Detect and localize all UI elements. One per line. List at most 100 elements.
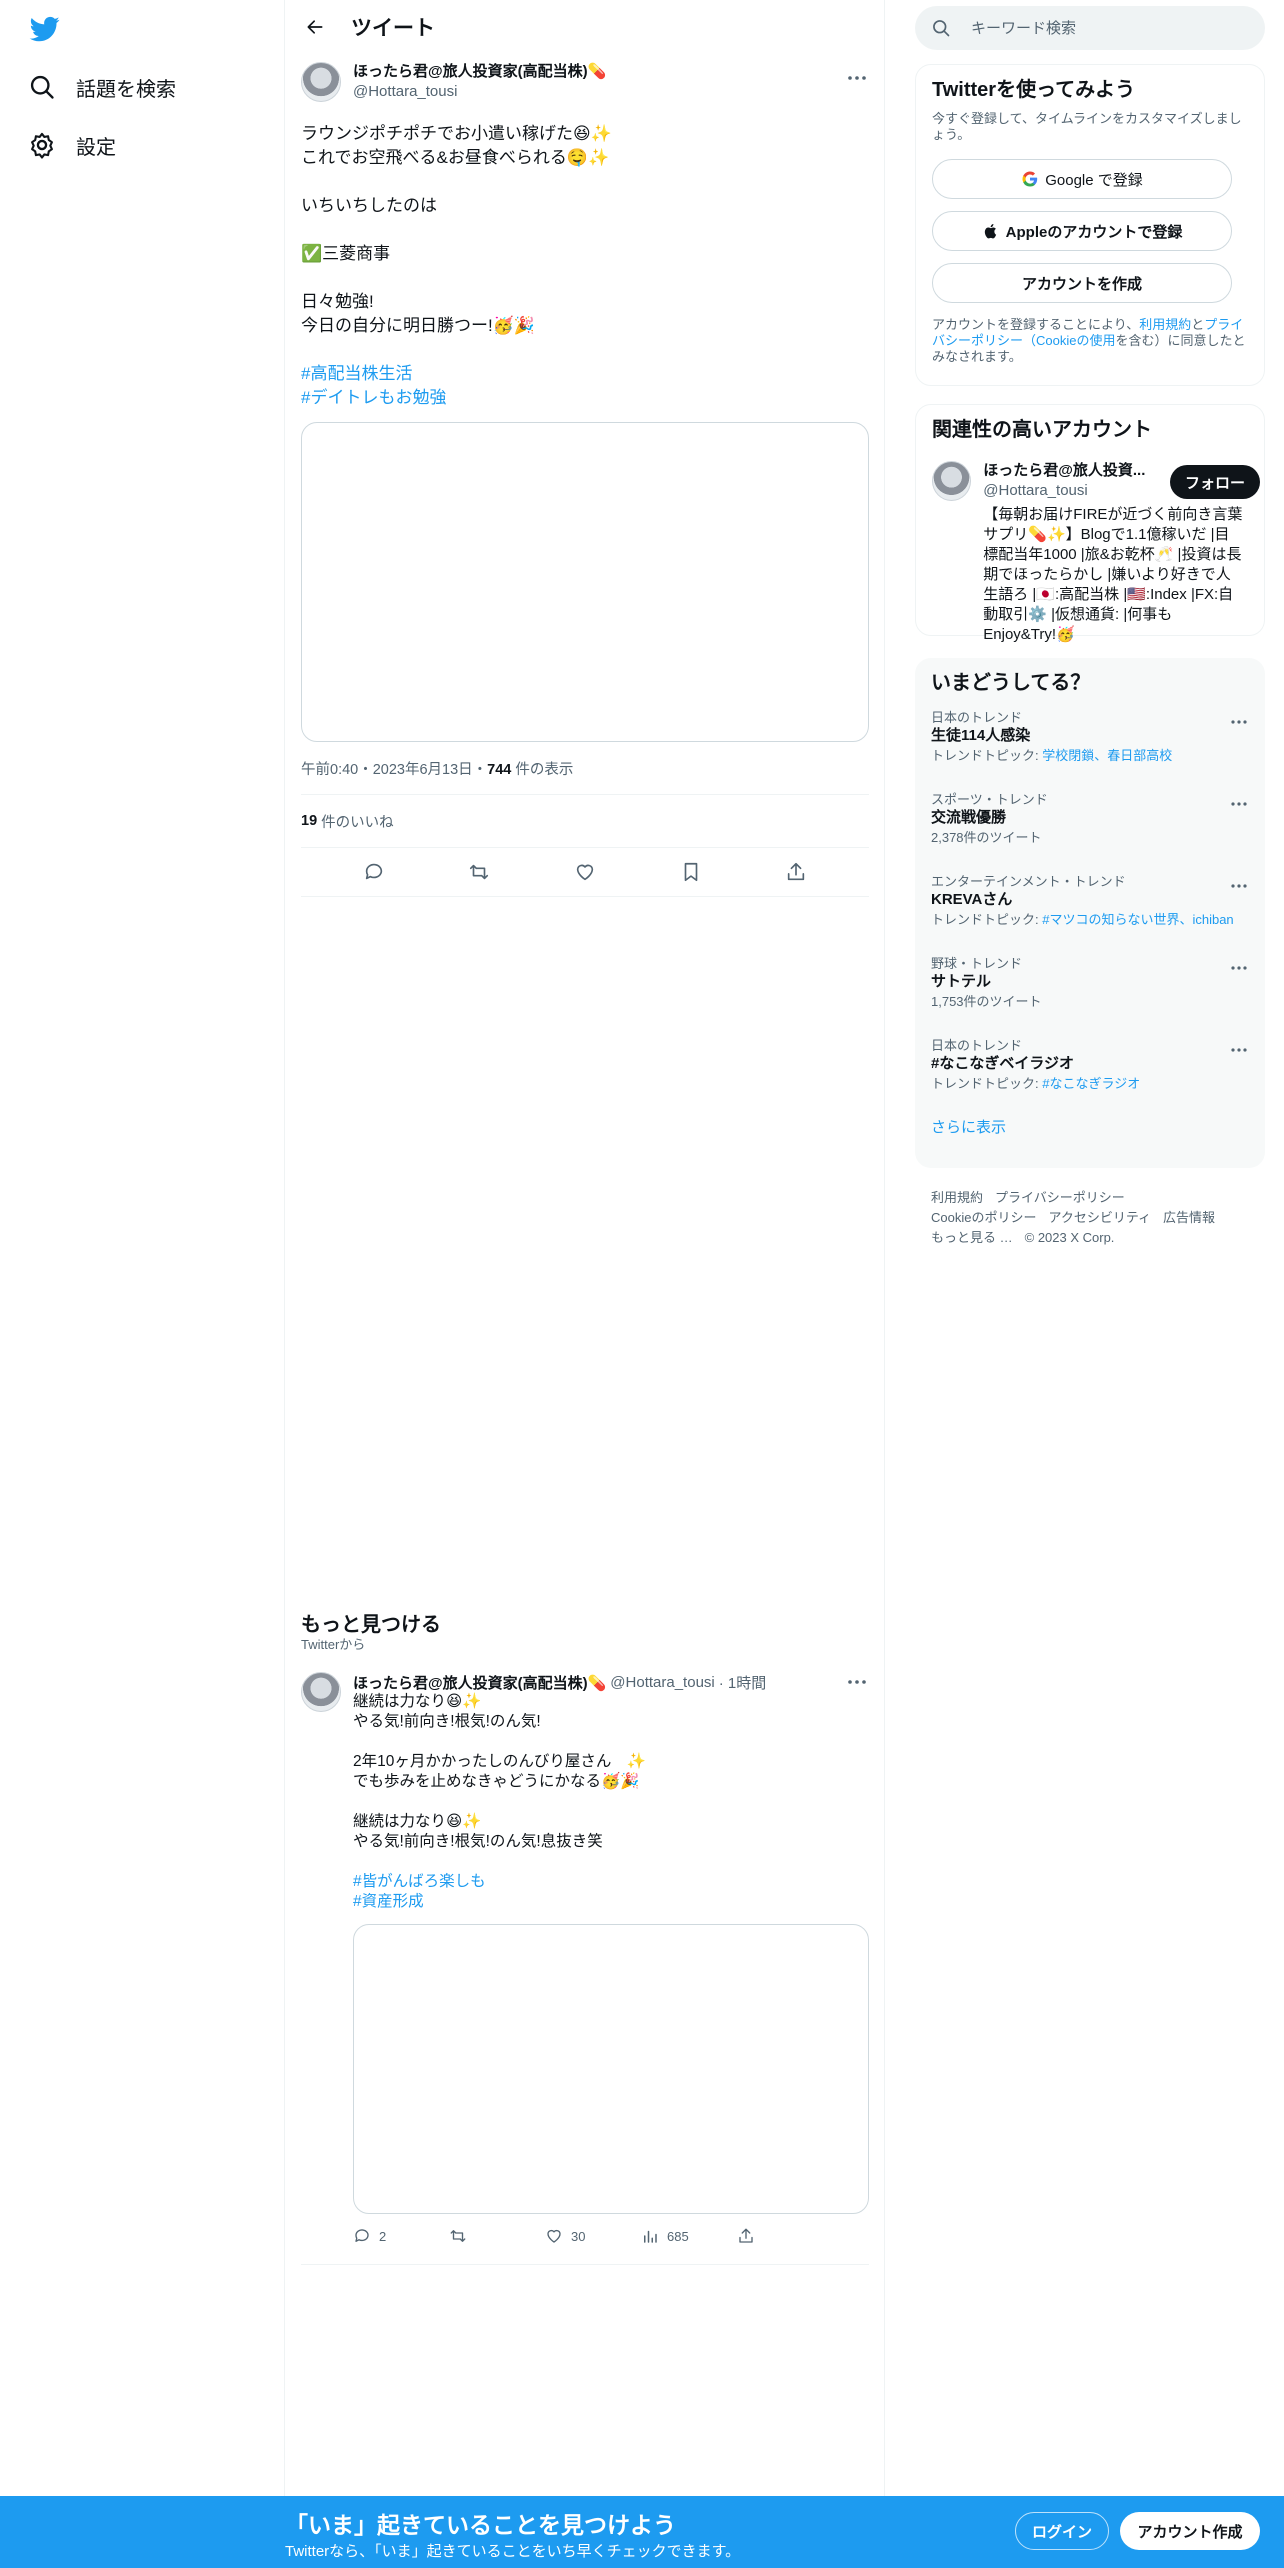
trend-subtext: トレンドトピック: 学校閉鎖、春日部高校 [931,748,1249,764]
avatar[interactable] [301,1672,341,1712]
likes-label: 件のいいね [321,814,394,831]
signup-description: 今すぐ登録して、タイムラインをカスタマイズしましょう。 [932,111,1242,142]
more-options-icon[interactable] [1229,880,1249,892]
page-header: ツイート [285,0,885,54]
hashtag-link[interactable]: #デイトレもお勉強 [301,386,869,410]
search-icon [30,75,54,99]
tweet-author-handle[interactable]: @Hottara_tousi [353,82,606,102]
retweet-icon[interactable] [468,861,490,883]
nav-settings[interactable]: 設定 [28,123,116,167]
more-options-icon[interactable] [845,1674,869,1690]
more-options-icon[interactable] [845,70,869,86]
search-input[interactable] [971,19,1231,37]
apple-icon [984,224,996,239]
reply-icon [355,2229,369,2242]
copyright: © 2023 X Corp. [1024,1230,1115,1245]
trend-item[interactable]: 日本のトレンド #なこなぎベイラジオ トレンドトピック: #なこなぎラジオ [931,1038,1249,1106]
trend-topic-link[interactable]: #なこなぎラジオ [1042,1076,1140,1091]
like-button[interactable]: 30 [545,2227,641,2245]
discover-title: もっと見つける [301,1614,441,1636]
views-button[interactable]: 685 [641,2227,737,2245]
page-title: ツイート [351,17,435,40]
google-signup-button[interactable]: Google で登録 [932,159,1232,199]
hashtag-link[interactable]: #皆がんばろ楽しも [353,1872,869,1892]
hashtag-link[interactable]: #高配当株生活 [301,362,869,386]
avatar[interactable] [932,461,972,501]
trend-subtext-label: トレンドトピック: [931,748,1043,763]
related-tweet-media[interactable] [353,1924,869,2214]
related-tweet-actions: 2 30 685 [353,2224,869,2248]
share-icon [739,2228,753,2243]
signup-button[interactable]: アカウント作成 [1120,2512,1260,2550]
related-tweet-author-name[interactable]: ほったら君@旅人投資家(高配当株)💊 [353,1672,606,1693]
footer-link-more[interactable]: もっと見る … [931,1228,1013,1248]
create-account-button[interactable]: アカウントを作成 [932,263,1232,303]
trend-list: 日本のトレンド 生徒114人感染 トレンドトピック: 学校閉鎖、春日部高校 スポーツ・… [931,710,1249,1106]
nav-explore[interactable]: 話題を検索 [28,65,176,109]
reply-button[interactable]: 2 [353,2227,449,2245]
avatar[interactable] [301,62,341,102]
tweet-media[interactable] [301,422,869,742]
trend-category: エンターテインメント・トレンド [931,874,1126,889]
reply-count: 2 [379,2228,387,2244]
tweet-views-label: 件の表示 [515,762,574,778]
related-tweet-author-handle[interactable]: @Hottara_tousi [610,1674,714,1691]
trends-card: いまどうしてる？ 日本のトレンド 生徒114人感染 トレンドトピック: 学校閉鎖、春… [915,658,1265,1168]
like-count: 30 [571,2228,586,2244]
trend-topic-link[interactable]: #マツコの知らない世界、ichiban [1042,912,1233,927]
trend-category: 日本のトレンド [931,710,1023,725]
related-account[interactable]: ほったら君@旅人投資... @Hottara_tousi フォロー 【毎朝お届け… [932,461,1260,645]
footer-link-terms[interactable]: 利用規約 [931,1188,983,1208]
discover-subtitle: Twitterから [301,1637,366,1652]
follow-button[interactable]: フォロー [1170,465,1260,499]
trend-name: KREVAさん [931,891,1013,908]
more-options-icon[interactable] [1229,716,1249,728]
search-box[interactable] [915,6,1265,50]
tweet-likes[interactable]: 19 件のいいね [301,795,869,847]
login-button[interactable]: ログイン [1015,2512,1109,2550]
related-account-name[interactable]: ほったら君@旅人投資... [983,461,1153,481]
more-options-icon[interactable] [1229,1044,1249,1056]
trend-item[interactable]: 日本のトレンド 生徒114人感染 トレンドトピック: 学校閉鎖、春日部高校 [931,710,1249,778]
hashtag-link[interactable]: #資産形成 [353,1892,869,1912]
related-title: 関連性の高いアカウント [932,419,1152,441]
tweet-actions [301,848,869,896]
more-options-icon[interactable] [1229,798,1249,810]
retweet-button[interactable] [449,2227,545,2245]
related-account-bio: 【毎朝お届けFIREが近づく前向き言葉サプリ💊✨】Blogで1.1億稼いだ |目… [983,506,1243,643]
share-icon[interactable] [785,861,807,883]
apple-signup-button[interactable]: Appleのアカウントで登録 [932,211,1232,251]
gear-icon [31,132,53,159]
trend-item[interactable]: 野球・トレンド サトテル 1,753件のツイート [931,956,1249,1024]
apple-signup-label: Appleのアカウントで登録 [1005,223,1183,241]
show-more-link[interactable]: さらに表示 [931,1116,1249,1137]
trend-subtext-label: トレンドトピック: [931,912,1043,927]
trend-item[interactable]: エンターテインメント・トレンド KREVAさんトレンドトピック: #マツコの知らな… [931,874,1249,942]
related-tweet-time[interactable]: · 1時間 [719,1672,767,1693]
share-button[interactable] [737,2227,833,2245]
trend-subtext: トレンドトピック: #マツコの知らない世界、ichiban [931,912,1249,928]
trend-name: サトテル [931,973,992,990]
trend-subtext: 1,753件のツイート [931,994,1249,1010]
related-tweet[interactable]: ほったら君@旅人投資家(高配当株)💊 @Hottara_tousi · 1時間 … [301,1672,869,2265]
footer-link-privacy[interactable]: プライバシーポリシー [995,1188,1125,1208]
footer-link-accessibility[interactable]: アクセシビリティ [1048,1208,1151,1228]
terms-link[interactable]: 利用規約 [1139,317,1191,332]
trend-subtext-label: 2,378件のツイート [931,830,1042,845]
like-icon[interactable] [574,861,596,883]
tweet-views-count: 744 [487,762,512,778]
back-button[interactable] [295,7,335,47]
footer-link-ads[interactable]: 広告情報 [1163,1208,1215,1228]
tweet-time[interactable]: 午前0:40・2023年6月13日・ [301,762,487,778]
footer: 利用規約 プライバシーポリシー Cookieのポリシー アクセシビリティ 広告情報 も… [931,1188,1261,1248]
tweet-author-name[interactable]: ほったら君@旅人投資家(高配当株)💊 [353,62,606,82]
bookmark-icon[interactable] [680,861,702,883]
twitter-logo-icon[interactable] [28,14,62,44]
trend-topic-link[interactable]: 学校閉鎖、春日部高校 [1042,748,1172,763]
reply-icon[interactable] [363,861,385,883]
more-options-icon[interactable] [1229,962,1249,974]
trend-item[interactable]: スポーツ・トレンド 交流戦優勝 2,378件のツイート [931,792,1249,860]
footer-link-cookies[interactable]: Cookieのポリシー [931,1208,1036,1228]
signup-terms: アカウントを登録することにより、利用規約とプライバシーポリシー（Cookieの使… [932,317,1248,365]
trend-name: #なこなぎベイラジオ [931,1055,1075,1072]
